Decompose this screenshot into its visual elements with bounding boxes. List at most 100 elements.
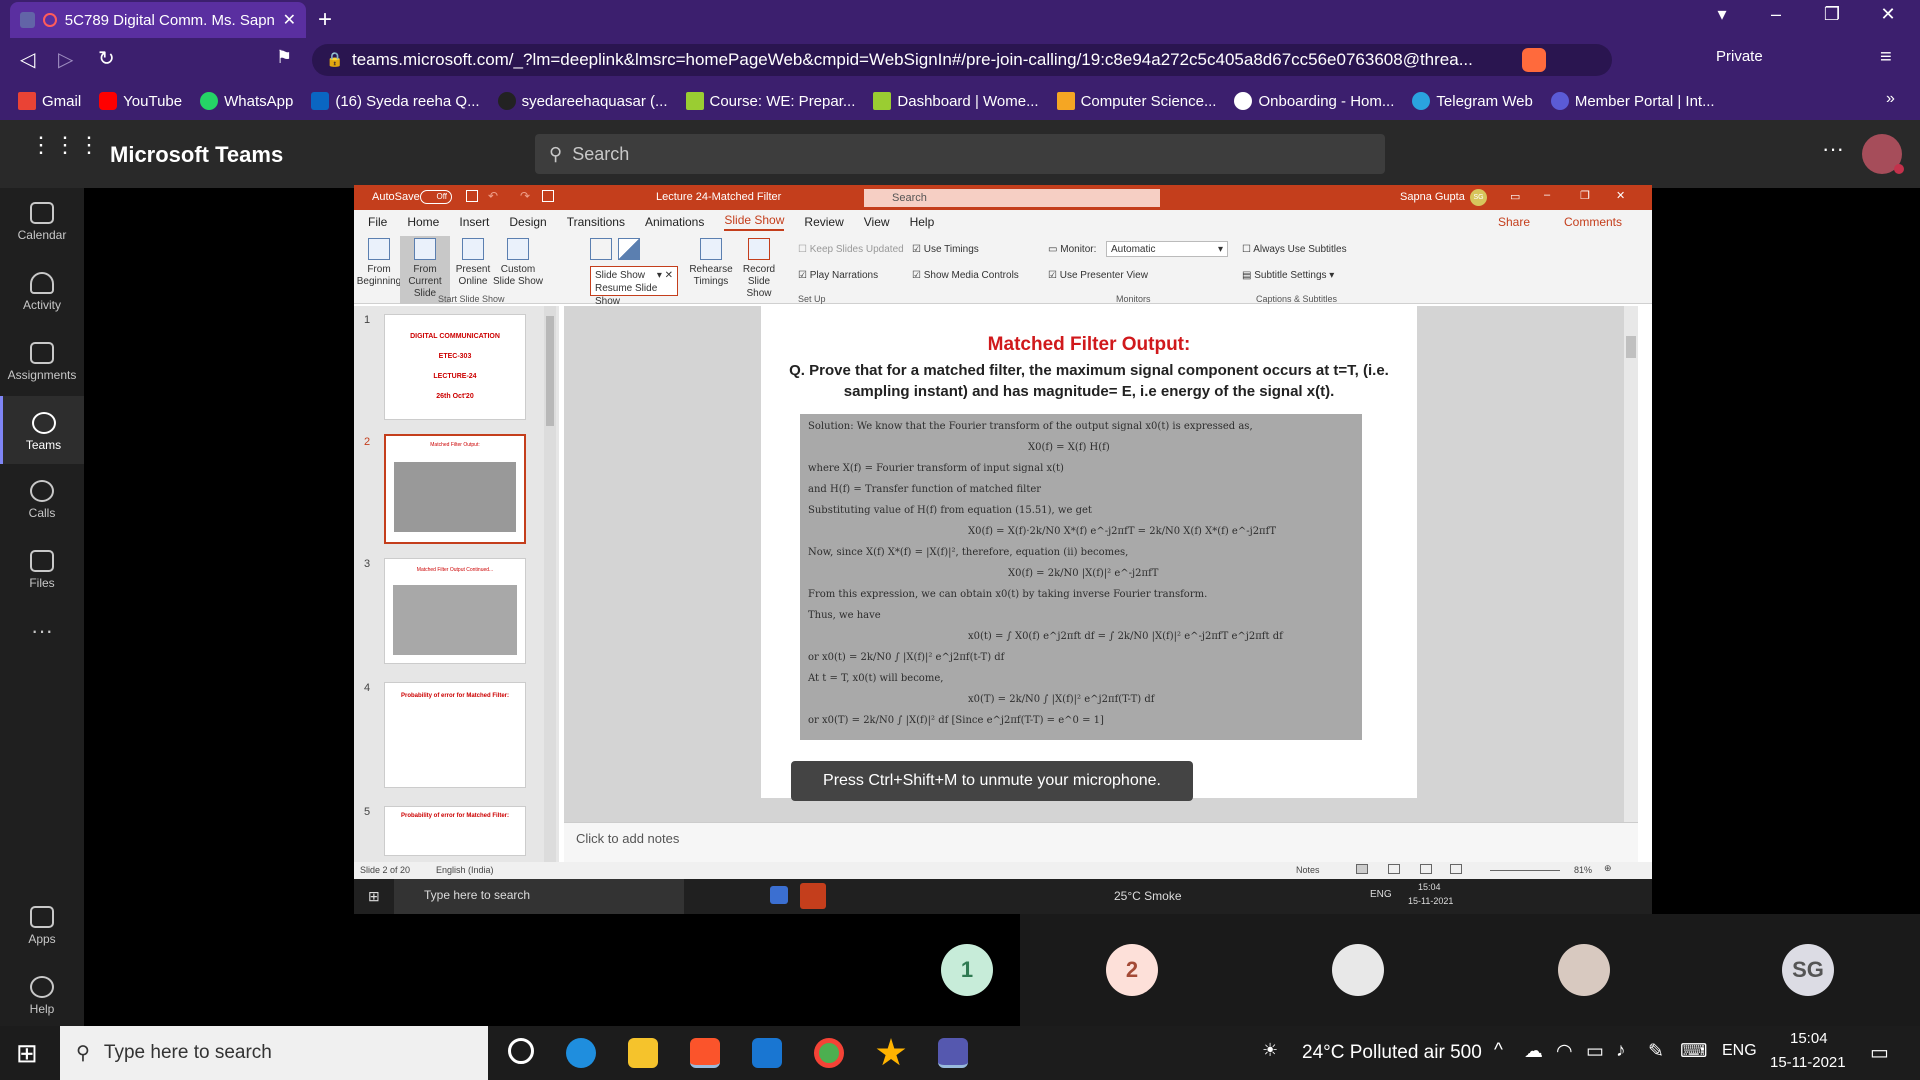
taskbar-search[interactable]: ⚲ Type here to search bbox=[60, 1026, 488, 1080]
slide-thumbnail[interactable]: Matched Filter Output Continued... bbox=[384, 558, 526, 664]
ppt-search-box[interactable]: Search bbox=[864, 189, 1160, 207]
from-beginning-button[interactable]: From Beginning bbox=[354, 238, 404, 288]
ppt-minimize-icon[interactable]: – bbox=[1544, 189, 1550, 201]
language-status[interactable]: English (India) bbox=[436, 865, 494, 875]
private-label[interactable]: Private bbox=[1716, 48, 1763, 65]
rail-more-icon[interactable]: ··· bbox=[0, 618, 84, 644]
show-media-controls-checkbox[interactable]: ☑ Show Media Controls bbox=[912, 270, 1019, 281]
bookmark-gmail[interactable]: Gmail bbox=[18, 92, 81, 110]
slide-thumbnail[interactable]: Probability of error for Matched Filter: bbox=[384, 682, 526, 788]
rail-calendar[interactable]: Calendar bbox=[0, 202, 84, 242]
custom-slide-show-button[interactable]: Custom Slide Show bbox=[490, 238, 546, 288]
play-narrations-checkbox[interactable]: ☑ Play Narrations bbox=[798, 270, 878, 281]
keep-slides-updated-checkbox[interactable]: ☐ Keep Slides Updated bbox=[798, 244, 904, 255]
volume-icon[interactable]: ♪ bbox=[1616, 1040, 1626, 1062]
tab-review[interactable]: Review bbox=[804, 215, 843, 229]
presenter-view-checkbox[interactable]: ☑ Use Presenter View bbox=[1048, 270, 1148, 281]
normal-view-icon[interactable] bbox=[1356, 864, 1368, 874]
bookmark-youtube[interactable]: YouTube bbox=[99, 92, 182, 110]
participant-avatar[interactable]: 1 bbox=[941, 944, 993, 996]
ppt-restore-icon[interactable]: ❐ bbox=[1580, 189, 1590, 202]
comments-button[interactable]: Comments bbox=[1564, 215, 1622, 229]
scrollbar-thumb[interactable] bbox=[546, 316, 554, 426]
app-launcher-icon[interactable]: ⋮⋮⋮ bbox=[30, 134, 102, 156]
rail-help[interactable]: Help bbox=[0, 976, 84, 1016]
slide-show-dropdown[interactable]: Slide Show bbox=[595, 270, 645, 281]
rail-apps[interactable]: Apps bbox=[0, 906, 84, 946]
resume-slide-show[interactable]: Resume Slide Show bbox=[595, 283, 657, 307]
rail-files[interactable]: Files bbox=[0, 550, 84, 590]
rail-activity[interactable]: Activity bbox=[0, 272, 84, 312]
windows-start-icon[interactable]: ⊞ bbox=[16, 1038, 38, 1069]
chrome-icon[interactable] bbox=[814, 1038, 844, 1068]
notes-pane[interactable]: Click to add notes bbox=[564, 822, 1638, 862]
bookmark-github[interactable]: syedareehaquasar (... bbox=[497, 92, 668, 110]
wifi-icon[interactable]: ◠ bbox=[1556, 1040, 1573, 1063]
brave-icon[interactable] bbox=[690, 1038, 720, 1068]
new-tab-button[interactable]: + bbox=[318, 6, 332, 34]
tab-help[interactable]: Help bbox=[910, 215, 935, 229]
participant-avatar[interactable]: SG bbox=[1782, 944, 1834, 996]
participant-photo[interactable] bbox=[1558, 944, 1610, 996]
restore-button[interactable]: ❐ bbox=[1808, 4, 1856, 25]
share-button[interactable]: Share bbox=[1498, 215, 1530, 229]
slideshow-view-icon[interactable] bbox=[1450, 864, 1462, 874]
always-subtitles-checkbox[interactable]: ☐ Always Use Subtitles bbox=[1242, 244, 1347, 255]
tab-animations[interactable]: Animations bbox=[645, 215, 704, 229]
user-avatar[interactable]: SG bbox=[1470, 189, 1487, 206]
current-slide[interactable]: Matched Filter Output: Q. Prove that for… bbox=[761, 306, 1417, 801]
brave-shield-icon[interactable] bbox=[1522, 48, 1546, 72]
setup-show-icon[interactable] bbox=[590, 238, 612, 260]
mail-icon[interactable] bbox=[752, 1038, 782, 1068]
tab-close-icon[interactable]: ✕ bbox=[283, 10, 296, 30]
reload-icon[interactable]: ↻ bbox=[98, 46, 115, 71]
battery-icon[interactable]: ▭ bbox=[1586, 1040, 1604, 1063]
tab-transitions[interactable]: Transitions bbox=[567, 215, 625, 229]
tab-file[interactable]: File bbox=[368, 215, 387, 229]
minimize-button[interactable]: – bbox=[1752, 4, 1800, 25]
undo-icon[interactable]: ↶ bbox=[488, 189, 498, 203]
ribbon-display-icon[interactable]: ▭ bbox=[1510, 190, 1520, 203]
notifications-icon[interactable]: ▭ bbox=[1870, 1040, 1889, 1065]
bookmark-onboarding[interactable]: Onboarding - Hom... bbox=[1234, 92, 1394, 110]
subtitle-settings-button[interactable]: ▤ Subtitle Settings ▾ bbox=[1242, 270, 1334, 281]
bookmark-cs[interactable]: Computer Science... bbox=[1056, 92, 1216, 110]
rehearse-timings-button[interactable]: Rehearse Timings bbox=[686, 238, 736, 288]
ppt-close-icon[interactable]: ✕ bbox=[1616, 189, 1625, 202]
scrollbar-thumb[interactable] bbox=[1626, 336, 1636, 358]
rail-calls[interactable]: Calls bbox=[0, 480, 84, 520]
slide-show-popup[interactable]: Slide Show ▾ ✕ Resume Slide Show bbox=[590, 266, 678, 307]
back-icon[interactable]: ◁ bbox=[20, 47, 35, 72]
reading-view-icon[interactable] bbox=[1420, 864, 1432, 874]
slide-thumbnail-selected[interactable]: Matched Filter Output: bbox=[384, 434, 526, 544]
taskbar-lang[interactable]: ENG bbox=[1722, 1042, 1757, 1060]
bookmark-whatsapp[interactable]: WhatsApp bbox=[200, 92, 293, 110]
file-explorer-icon[interactable] bbox=[628, 1038, 658, 1068]
thumbnail-scrollbar[interactable] bbox=[544, 306, 556, 862]
tab-insert[interactable]: Insert bbox=[459, 215, 489, 229]
notes-toggle[interactable]: Notes bbox=[1296, 865, 1320, 875]
slide-thumbnail[interactable]: Probability of error for Matched Filter: bbox=[384, 806, 526, 856]
url-bar[interactable]: 🔒 teams.microsoft.com/_?lm=deeplink&lmsr… bbox=[312, 44, 1612, 76]
bookmark-telegram[interactable]: Telegram Web bbox=[1412, 92, 1533, 110]
close-window-button[interactable]: ✕ bbox=[1864, 4, 1912, 25]
pen-icon[interactable]: ✎ bbox=[1648, 1040, 1664, 1063]
edge-icon[interactable] bbox=[566, 1038, 596, 1068]
teams-taskbar-icon[interactable] bbox=[938, 1038, 968, 1068]
more-bookmarks-icon[interactable]: » bbox=[1886, 90, 1895, 108]
tab-view[interactable]: View bbox=[864, 215, 890, 229]
tab-slide-show[interactable]: Slide Show bbox=[724, 213, 785, 231]
record-slide-show-button[interactable]: Record Slide Show bbox=[734, 238, 784, 300]
tray-chevron-icon[interactable]: ^ bbox=[1494, 1040, 1503, 1062]
use-timings-checkbox[interactable]: ☑ Use Timings bbox=[912, 244, 979, 255]
slide-scrollbar[interactable] bbox=[1624, 306, 1638, 822]
zoom-level[interactable]: 81% bbox=[1574, 865, 1592, 875]
more-options-icon[interactable]: ··· bbox=[1822, 136, 1844, 162]
autosave-toggle[interactable]: Off bbox=[420, 190, 452, 204]
participant-photo[interactable] bbox=[1332, 944, 1384, 996]
bookmark-linkedin[interactable]: (16) Syeda reeha Q... bbox=[311, 92, 480, 110]
bookmark-icon[interactable]: ⚑ bbox=[276, 47, 292, 68]
sorter-view-icon[interactable] bbox=[1388, 864, 1400, 874]
redo-icon[interactable]: ↷ bbox=[520, 189, 530, 203]
cortana-icon[interactable] bbox=[508, 1038, 534, 1064]
